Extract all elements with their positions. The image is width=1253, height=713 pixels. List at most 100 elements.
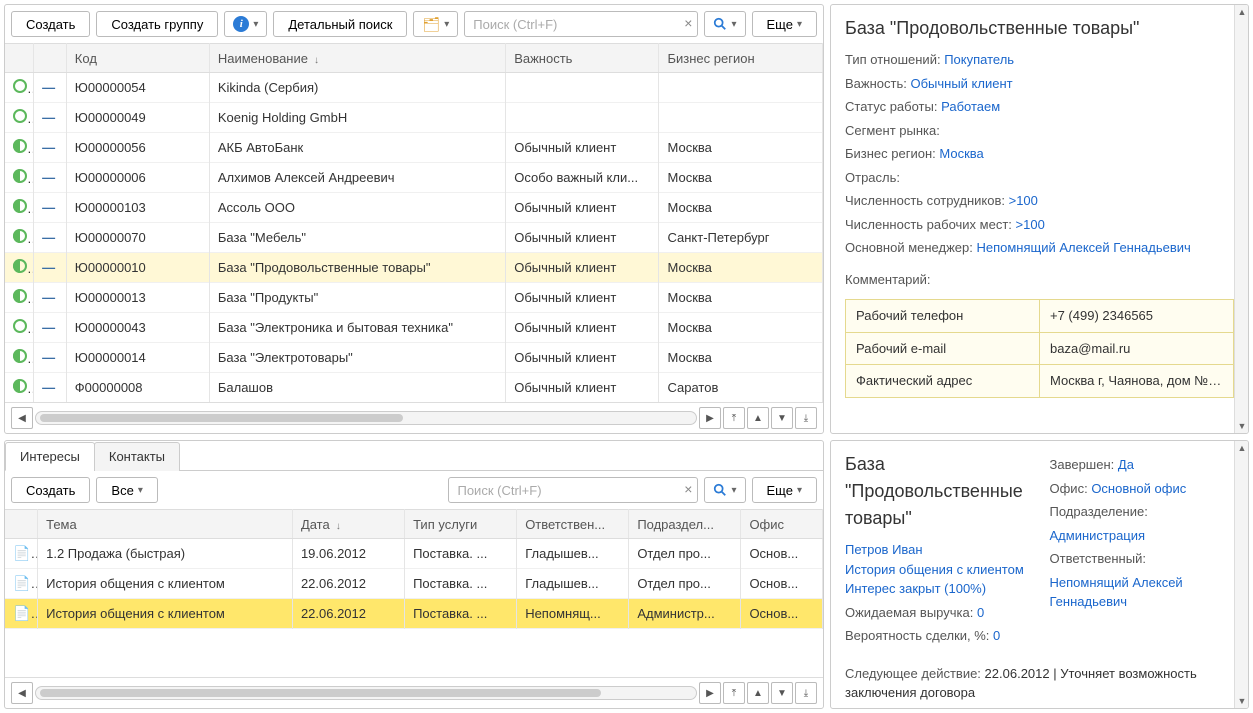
- sub-search-button[interactable]: ▾: [704, 477, 745, 503]
- nav-last-button[interactable]: ⤓: [795, 407, 817, 429]
- tab-interests[interactable]: Интересы: [5, 442, 95, 471]
- closed-link[interactable]: Интерес закрыт (100%): [845, 581, 986, 596]
- person-link[interactable]: Петров Иван: [845, 542, 923, 557]
- scroll-right-button[interactable]: ▶: [699, 407, 721, 429]
- table-row[interactable]: —Ю00000006Алхимов Алексей АндреевичОсобо…: [5, 163, 823, 193]
- scroll-right-button[interactable]: ▶: [699, 682, 721, 704]
- history-link[interactable]: История общения с клиентом: [845, 562, 1024, 577]
- info-button[interactable]: i▾: [224, 11, 267, 37]
- importance-cell: Обычный клиент: [506, 223, 659, 253]
- col-topic[interactable]: Тема: [38, 510, 293, 539]
- col-name[interactable]: Наименование↓: [209, 44, 505, 73]
- col-office[interactable]: Офис: [741, 510, 823, 539]
- scroll-down-button[interactable]: ▼: [1235, 419, 1249, 433]
- create-button[interactable]: Создать: [11, 11, 90, 37]
- chevron-down-icon: ▾: [797, 485, 802, 496]
- scroll-left-button[interactable]: ◀: [11, 407, 33, 429]
- emp-count-value[interactable]: >100: [1009, 193, 1038, 208]
- report-button[interactable]: 🗂▾: [413, 11, 458, 37]
- imp-value[interactable]: Обычный клиент: [910, 76, 1012, 91]
- search-input[interactable]: [464, 11, 698, 37]
- col-code[interactable]: Код: [66, 44, 209, 73]
- col-service[interactable]: Тип услуги: [405, 510, 517, 539]
- table-row[interactable]: 📄История общения с клиентом22.06.2012Пос…: [5, 569, 823, 599]
- col-importance[interactable]: Важность: [506, 44, 659, 73]
- col-dept[interactable]: Подраздел...: [629, 510, 741, 539]
- email-label: Рабочий e-mail: [846, 332, 1040, 365]
- nav-last-button[interactable]: ⤓: [795, 682, 817, 704]
- nav-down-button[interactable]: ▼: [771, 682, 793, 704]
- table-row[interactable]: —Ю00000049Koenig Holding GmbH: [5, 103, 823, 133]
- scroll-down-button[interactable]: ▼: [1235, 694, 1249, 708]
- revenue-value[interactable]: 0: [977, 605, 984, 620]
- detail-search-button[interactable]: Детальный поиск: [273, 11, 407, 37]
- clear-icon[interactable]: ×: [684, 481, 692, 497]
- col-icon[interactable]: [5, 510, 38, 539]
- table-row[interactable]: —Ю00000056АКБ АвтоБанкОбычный клиентМоск…: [5, 133, 823, 163]
- table-row[interactable]: 📄1.2 Продажа (быстрая)19.06.2012Поставка…: [5, 539, 823, 569]
- done-value[interactable]: Да: [1118, 457, 1134, 472]
- nav-first-button[interactable]: ⤒: [723, 407, 745, 429]
- h-scrollbar[interactable]: [35, 686, 697, 700]
- sub-more-button[interactable]: Еще▾: [752, 477, 817, 503]
- table-row[interactable]: —Ю00000103Ассоль ООООбычный клиентМосква: [5, 193, 823, 223]
- client-detail: База "Продовольственные товары" Тип отно…: [831, 5, 1248, 408]
- prob-value[interactable]: 0: [993, 628, 1000, 643]
- table-row[interactable]: —Ф00000008БалашовОбычный клиентСаратов: [5, 373, 823, 403]
- info-icon: i: [233, 16, 249, 32]
- sub-create-button[interactable]: Создать: [11, 477, 90, 503]
- region-value[interactable]: Москва: [939, 146, 983, 161]
- table-row[interactable]: —Ю00000013База "Продукты"Обычный клиентМ…: [5, 283, 823, 313]
- search-button[interactable]: ▾: [704, 11, 745, 37]
- chevron-down-icon: ▾: [444, 19, 449, 30]
- table-row[interactable]: —Ю00000070База "Мебель"Обычный клиентСан…: [5, 223, 823, 253]
- manager-value[interactable]: Непомнящий Алексей Геннадьевич: [976, 240, 1190, 255]
- col-flag[interactable]: [34, 44, 67, 73]
- nav-first-button[interactable]: ⤒: [723, 682, 745, 704]
- detail2-vscroll: ▲ ▼: [1234, 441, 1248, 708]
- sub-search-input[interactable]: [448, 477, 698, 503]
- rel-value[interactable]: Покупатель: [944, 52, 1014, 67]
- wp-count-value[interactable]: >100: [1016, 217, 1045, 232]
- clear-icon[interactable]: ×: [684, 15, 692, 31]
- status-icon: [13, 139, 27, 153]
- table-header-row: Тема Дата↓ Тип услуги Ответствен... Подр…: [5, 510, 823, 539]
- scroll-track[interactable]: [1235, 455, 1248, 694]
- col-date[interactable]: Дата↓: [292, 510, 404, 539]
- filter-all-button[interactable]: Все▾: [96, 477, 157, 503]
- chevron-down-icon: ▾: [731, 19, 736, 30]
- scroll-left-button[interactable]: ◀: [11, 682, 33, 704]
- table-row[interactable]: 📄История общения с клиентом22.06.2012Пос…: [5, 599, 823, 629]
- region-cell: Москва: [659, 133, 823, 163]
- main-table-wrap: Код Наименование↓ Важность Бизнес регион…: [5, 43, 823, 402]
- table-row[interactable]: —Ю00000014База "Электротовары"Обычный кл…: [5, 343, 823, 373]
- dept-cell: Отдел про...: [629, 569, 741, 599]
- status-icon: [13, 319, 27, 333]
- imp-label: Важность:: [845, 76, 907, 91]
- col-status[interactable]: [5, 44, 34, 73]
- sub-table-wrap: Тема Дата↓ Тип услуги Ответствен... Подр…: [5, 509, 823, 677]
- status-value[interactable]: Работаем: [941, 99, 1000, 114]
- interests-table: Тема Дата↓ Тип услуги Ответствен... Подр…: [5, 509, 823, 629]
- scroll-track[interactable]: [1235, 19, 1248, 419]
- status-cell: [5, 313, 34, 343]
- table-row[interactable]: —Ю00000054Kikinda (Сербия): [5, 73, 823, 103]
- col-responsible[interactable]: Ответствен...: [517, 510, 629, 539]
- dept-value[interactable]: Администрация: [1050, 528, 1146, 543]
- more-button[interactable]: Еще▾: [752, 11, 817, 37]
- col-region[interactable]: Бизнес регион: [659, 44, 823, 73]
- table-row[interactable]: —Ю00000043База "Электроника и бытовая те…: [5, 313, 823, 343]
- table-row[interactable]: —Ю00000010База "Продовольственные товары…: [5, 253, 823, 283]
- tab-contacts[interactable]: Контакты: [94, 442, 180, 471]
- name-cell: База "Электроника и бытовая техника": [209, 313, 505, 343]
- scroll-up-button[interactable]: ▲: [1235, 441, 1249, 455]
- nav-up-button[interactable]: ▲: [747, 682, 769, 704]
- create-group-button[interactable]: Создать группу: [96, 11, 218, 37]
- segment-label: Сегмент рынка:: [845, 123, 940, 138]
- resp-value[interactable]: Непомнящий Алексей Геннадьевич: [1050, 575, 1183, 610]
- scroll-up-button[interactable]: ▲: [1235, 5, 1249, 19]
- h-scrollbar[interactable]: [35, 411, 697, 425]
- nav-up-button[interactable]: ▲: [747, 407, 769, 429]
- nav-down-button[interactable]: ▼: [771, 407, 793, 429]
- office-value[interactable]: Основной офис: [1091, 481, 1186, 496]
